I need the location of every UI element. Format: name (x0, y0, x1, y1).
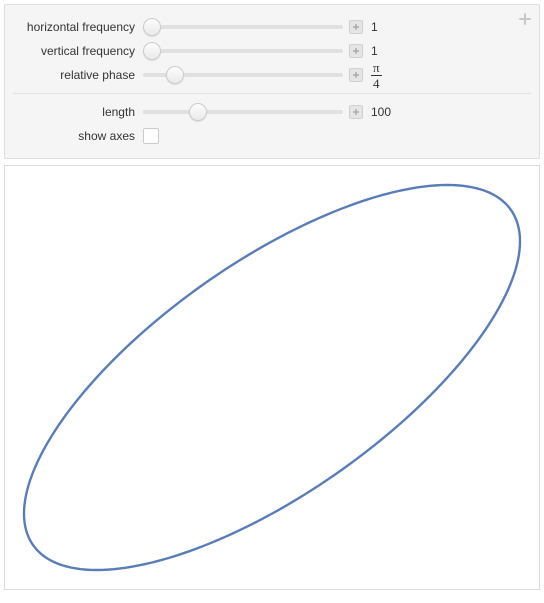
length-value: 100 (371, 105, 401, 119)
horizontal-frequency-row: horizontal frequency 1 (13, 15, 531, 39)
phase-numerator: π (371, 61, 382, 76)
lissajous-plot (8, 169, 536, 586)
relative-phase-label: relative phase (13, 68, 143, 82)
controls-panel: horizontal frequency 1 vertical frequenc… (4, 4, 540, 159)
relative-phase-expand-button[interactable] (349, 68, 363, 82)
horizontal-frequency-expand-button[interactable] (349, 20, 363, 34)
lissajous-curve (24, 185, 520, 570)
plot-panel (4, 165, 540, 590)
divider (13, 93, 531, 94)
expand-panel-icon[interactable] (517, 11, 533, 27)
show-axes-checkbox[interactable] (143, 128, 159, 144)
vertical-frequency-value: 1 (371, 44, 401, 58)
length-row: length 100 (13, 100, 531, 124)
relative-phase-value: π 4 (371, 61, 401, 90)
vertical-frequency-slider[interactable] (143, 49, 343, 53)
vertical-frequency-label: vertical frequency (13, 44, 143, 58)
relative-phase-row: relative phase π 4 (13, 63, 531, 87)
show-axes-row: show axes (13, 124, 531, 148)
horizontal-frequency-value: 1 (371, 20, 401, 34)
length-expand-button[interactable] (349, 105, 363, 119)
vertical-frequency-expand-button[interactable] (349, 44, 363, 58)
phase-denominator: 4 (371, 76, 382, 90)
horizontal-frequency-slider[interactable] (143, 25, 343, 29)
length-label: length (13, 105, 143, 119)
show-axes-label: show axes (13, 129, 143, 143)
relative-phase-slider[interactable] (143, 73, 343, 77)
horizontal-frequency-label: horizontal frequency (13, 20, 143, 34)
length-slider[interactable] (143, 110, 343, 114)
vertical-frequency-row: vertical frequency 1 (13, 39, 531, 63)
